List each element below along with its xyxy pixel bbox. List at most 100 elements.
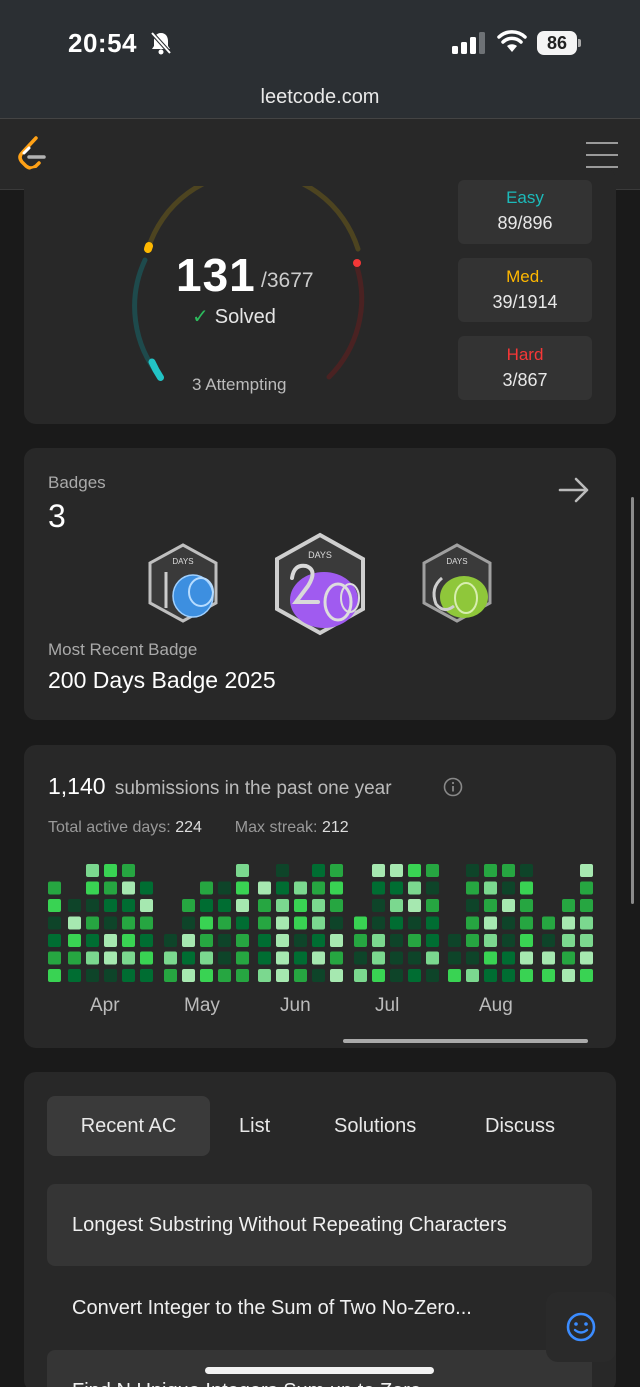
heatmap-cell[interactable] bbox=[330, 881, 343, 895]
heatmap-cell[interactable] bbox=[520, 864, 533, 877]
heatmap-cell[interactable] bbox=[408, 969, 421, 982]
heatmap-cell[interactable] bbox=[312, 969, 325, 982]
heatmap-cell[interactable] bbox=[276, 916, 289, 930]
heatmap-cell[interactable] bbox=[122, 881, 135, 895]
heatmap-cell[interactable] bbox=[484, 934, 497, 947]
heatmap-cell[interactable] bbox=[182, 934, 195, 947]
heatmap-cell[interactable] bbox=[542, 951, 555, 965]
heatmap-cell[interactable] bbox=[236, 864, 249, 877]
heatmap-cell[interactable] bbox=[200, 969, 213, 982]
heatmap-cell[interactable] bbox=[372, 881, 385, 895]
heatmap-cell[interactable] bbox=[276, 951, 289, 965]
heatmap-cell[interactable] bbox=[104, 899, 117, 912]
heatmap-cell[interactable] bbox=[426, 969, 439, 982]
heatmap-cell[interactable] bbox=[390, 951, 403, 965]
heatmap-cell[interactable] bbox=[200, 934, 213, 947]
heatmap-cell[interactable] bbox=[542, 969, 555, 982]
heatmap-cell[interactable] bbox=[372, 951, 385, 965]
heatmap-cell[interactable] bbox=[182, 899, 195, 912]
heatmap-cell[interactable] bbox=[164, 951, 177, 965]
heatmap-cell[interactable] bbox=[390, 916, 403, 930]
heatmap-cell[interactable] bbox=[484, 881, 497, 895]
heatmap-cell[interactable] bbox=[390, 899, 403, 912]
heatmap-cell[interactable] bbox=[48, 969, 61, 982]
heatmap-cell[interactable] bbox=[484, 916, 497, 930]
heatmap-cell[interactable] bbox=[520, 899, 533, 912]
heatmap-cell[interactable] bbox=[122, 951, 135, 965]
heatmap-cell[interactable] bbox=[218, 881, 231, 895]
heatmap-cell[interactable] bbox=[236, 881, 249, 895]
heatmap-cell[interactable] bbox=[466, 899, 479, 912]
heatmap-cell[interactable] bbox=[200, 881, 213, 895]
heatmap-cell[interactable] bbox=[122, 864, 135, 877]
heatmap-cell[interactable] bbox=[312, 916, 325, 930]
heatmap-cell[interactable] bbox=[580, 899, 593, 912]
heatmap-cell[interactable] bbox=[200, 951, 213, 965]
heatmap-cell[interactable] bbox=[408, 934, 421, 947]
heatmap-cell[interactable] bbox=[122, 969, 135, 982]
heatmap-cell[interactable] bbox=[466, 864, 479, 877]
heatmap-cell[interactable] bbox=[520, 934, 533, 947]
tab-recent-ac[interactable]: Recent AC bbox=[47, 1096, 210, 1156]
heatmap-cell[interactable] bbox=[372, 899, 385, 912]
heatmap-cell[interactable] bbox=[276, 934, 289, 947]
heatmap-cell[interactable] bbox=[562, 934, 575, 947]
heatmap-cell[interactable] bbox=[390, 969, 403, 982]
heatmap-cell[interactable] bbox=[236, 951, 249, 965]
heatmap-cell[interactable] bbox=[542, 934, 555, 947]
heatmap-cell[interactable] bbox=[86, 899, 99, 912]
heatmap-cell[interactable] bbox=[86, 934, 99, 947]
50-days-badge-icon[interactable]: DAYS bbox=[420, 542, 494, 624]
heatmap-cell[interactable] bbox=[484, 899, 497, 912]
heatmap-cell[interactable] bbox=[48, 899, 61, 912]
heatmap-cell[interactable] bbox=[294, 951, 307, 965]
heatmap-cell[interactable] bbox=[562, 916, 575, 930]
heatmap-cell[interactable] bbox=[580, 881, 593, 895]
heatmap-cell[interactable] bbox=[372, 969, 385, 982]
heatmap-cell[interactable] bbox=[502, 916, 515, 930]
heatmap-cell[interactable] bbox=[484, 951, 497, 965]
address-bar[interactable]: leetcode.com bbox=[0, 80, 640, 118]
heatmap-cell[interactable] bbox=[86, 951, 99, 965]
heatmap-cell[interactable] bbox=[218, 899, 231, 912]
heatmap-cell[interactable] bbox=[104, 916, 117, 930]
heatmap-cell[interactable] bbox=[68, 899, 81, 912]
heatmap-cell[interactable] bbox=[218, 951, 231, 965]
heatmap-cell[interactable] bbox=[182, 969, 195, 982]
heatmap-cell[interactable] bbox=[562, 899, 575, 912]
heatmap-cell[interactable] bbox=[68, 916, 81, 930]
heatmap-cell[interactable] bbox=[542, 916, 555, 930]
heatmap-cell[interactable] bbox=[408, 864, 421, 877]
heatmap-cell[interactable] bbox=[86, 969, 99, 982]
heatmap-cell[interactable] bbox=[312, 951, 325, 965]
heatmap-cell[interactable] bbox=[276, 864, 289, 877]
heatmap-cell[interactable] bbox=[502, 969, 515, 982]
heatmap-cell[interactable] bbox=[562, 951, 575, 965]
tab-list[interactable]: List bbox=[239, 1096, 270, 1156]
heatmap-cell[interactable] bbox=[426, 951, 439, 965]
heatmap-cell[interactable] bbox=[448, 934, 461, 947]
heatmap-cell[interactable] bbox=[562, 969, 575, 982]
heatmap-cell[interactable] bbox=[466, 916, 479, 930]
heatmap-cell[interactable] bbox=[140, 969, 153, 982]
heatmap-cell[interactable] bbox=[466, 969, 479, 982]
heatmap-cell[interactable] bbox=[258, 916, 271, 930]
heatmap-cell[interactable] bbox=[520, 969, 533, 982]
heatmap-cell[interactable] bbox=[218, 934, 231, 947]
feedback-chat-button[interactable] bbox=[546, 1292, 616, 1362]
heatmap-cell[interactable] bbox=[294, 881, 307, 895]
heatmap-cell[interactable] bbox=[48, 881, 61, 895]
heatmap-cell[interactable] bbox=[330, 899, 343, 912]
heatmap-cell[interactable] bbox=[484, 864, 497, 877]
tab-solutions[interactable]: Solutions bbox=[334, 1096, 416, 1156]
heatmap-cell[interactable] bbox=[354, 934, 367, 947]
heatmap-cell[interactable] bbox=[140, 916, 153, 930]
heatmap-cell[interactable] bbox=[236, 899, 249, 912]
heatmap-cell[interactable] bbox=[426, 916, 439, 930]
heatmap-cell[interactable] bbox=[448, 951, 461, 965]
heatmap-cell[interactable] bbox=[502, 881, 515, 895]
heatmap-cell[interactable] bbox=[390, 934, 403, 947]
heatmap-cell[interactable] bbox=[258, 934, 271, 947]
heatmap-cell[interactable] bbox=[104, 934, 117, 947]
submission-heatmap[interactable] bbox=[24, 862, 616, 987]
